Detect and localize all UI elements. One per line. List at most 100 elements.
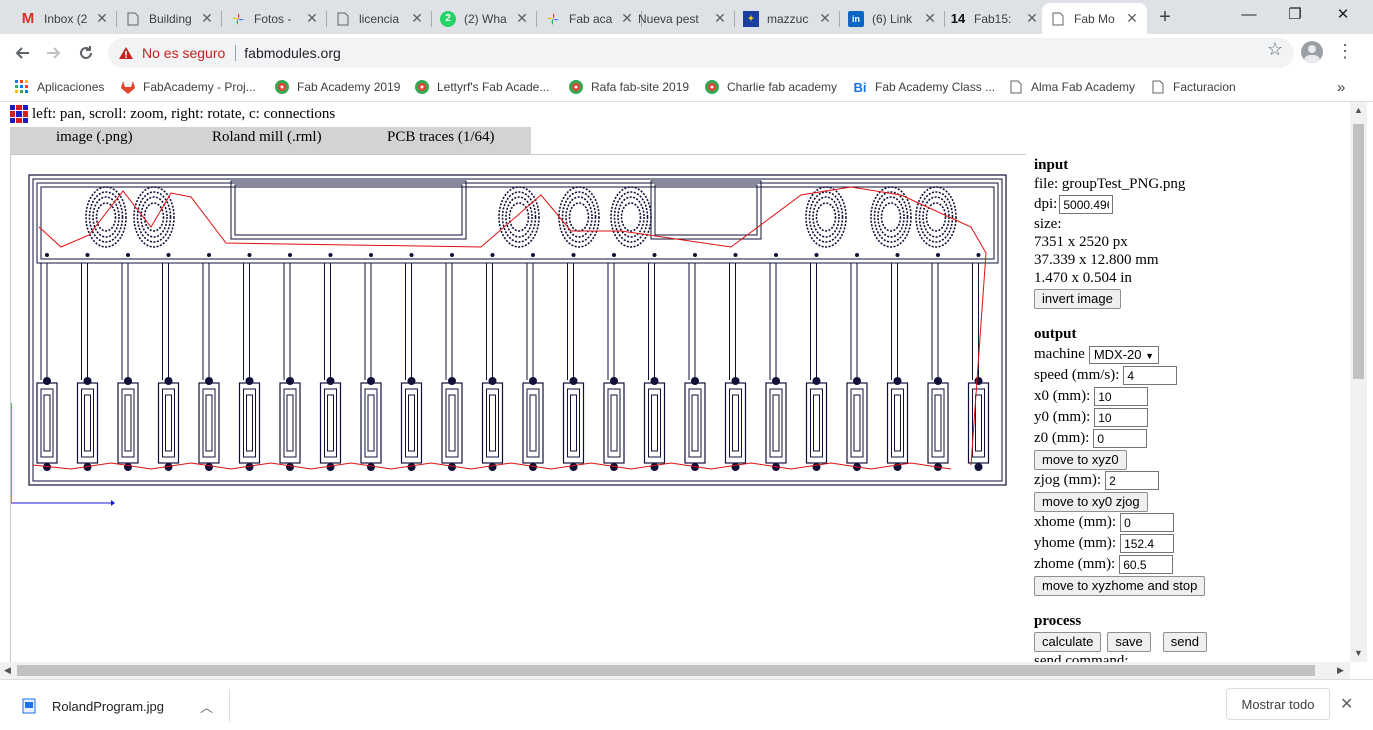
gitlab-icon <box>120 79 136 95</box>
toolpath-svg[interactable] <box>11 155 1027 662</box>
horizontal-scrollbar[interactable]: ◀ ▶ <box>0 662 1350 679</box>
fablab-icon <box>414 79 430 95</box>
close-icon[interactable]: ✕ <box>1125 10 1139 27</box>
toolpath-canvas[interactable] <box>10 154 1026 662</box>
input-heading: input <box>1034 157 1069 173</box>
tab-mazzuc[interactable]: ✦ mazzuc ✕ <box>735 3 840 34</box>
close-download-bar-icon[interactable]: ✕ <box>1340 694 1353 714</box>
tab-whatsapp[interactable]: 2 (2) Wha ✕ <box>432 3 537 34</box>
apps-grid-icon <box>14 79 30 95</box>
bookmark-alma[interactable]: Alma Fab Academy <box>1008 77 1135 97</box>
download-item[interactable]: RolandProgram.jpg ︿ <box>14 690 230 722</box>
tab-inbox[interactable]: M Inbox (2 ✕ <box>12 3 117 34</box>
move-to-xy0-zjog-button[interactable]: move to xy0 zjog <box>1034 491 1148 512</box>
close-icon[interactable]: ✕ <box>923 10 937 27</box>
chevron-up-icon[interactable]: ︿ <box>200 697 213 716</box>
fab15-icon: 14 <box>950 11 966 26</box>
xhome-input[interactable] <box>1120 513 1175 532</box>
forward-icon[interactable] <box>41 40 67 66</box>
fablab-icon <box>274 79 290 95</box>
close-window-icon[interactable]: ✕ <box>1320 4 1366 28</box>
bookmark-fabacademy-proj[interactable]: FabAcademy - Proj... <box>120 77 256 97</box>
y0-label: y0 (mm): <box>1034 409 1091 425</box>
tab-fab-modules[interactable]: Fab Mo ✕ <box>1042 3 1147 34</box>
close-icon[interactable]: ✕ <box>305 10 319 27</box>
machine-select[interactable]: MDX-20 ▼ <box>1088 345 1160 364</box>
zjog-label: zjog (mm): <box>1034 472 1102 488</box>
bookmark-rafa[interactable]: Rafa fab-site 2019 <box>568 77 689 97</box>
zhome-label: zhome (mm): <box>1034 556 1116 572</box>
reload-icon[interactable] <box>73 40 99 66</box>
send-command-label: send command: <box>1034 652 1129 663</box>
vertical-scrollbar[interactable]: ▲ ▼ <box>1350 102 1367 662</box>
bookmark-fab-academy-class[interactable]: Bi Fab Academy Class ... <box>852 77 996 97</box>
scroll-left-icon[interactable]: ◀ <box>4 665 11 676</box>
close-icon[interactable]: ✕ <box>713 10 727 27</box>
address-bar[interactable]: No es seguro fabmodules.org <box>108 38 1294 68</box>
tab-fotos[interactable]: Fotos - ✕ <box>222 3 327 34</box>
new-tab-button[interactable]: + <box>1153 6 1177 30</box>
bookmark-facturacion[interactable]: Facturacion <box>1150 77 1236 97</box>
zjog-input[interactable] <box>1105 471 1160 490</box>
zhome-input[interactable] <box>1119 555 1174 574</box>
bookmark-charlie[interactable]: Charlie fab academy <box>704 77 837 97</box>
tab-building[interactable]: Building ✕ <box>117 3 222 34</box>
scroll-down-icon[interactable]: ▼ <box>1354 648 1363 658</box>
menu-image-png[interactable]: image (.png) <box>56 129 133 146</box>
calculate-button[interactable]: calculate <box>1034 631 1102 652</box>
close-icon[interactable]: ✕ <box>1025 10 1039 27</box>
save-button[interactable]: save <box>1107 631 1151 652</box>
show-all-downloads-button[interactable]: Mostrar todo <box>1226 688 1330 720</box>
yhome-label: yhome (mm): <box>1034 535 1117 551</box>
pinwheel-icon <box>545 11 561 27</box>
scroll-right-icon[interactable]: ▶ <box>1337 665 1344 676</box>
bookmark-fab-academy-2019[interactable]: Fab Academy 2019 <box>274 77 400 97</box>
close-icon[interactable]: ✕ <box>200 10 214 27</box>
security-warning[interactable]: No es seguro <box>142 45 225 61</box>
x0-label: x0 (mm): <box>1034 388 1091 404</box>
back-icon[interactable] <box>9 40 35 66</box>
z0-input[interactable] <box>1093 429 1148 448</box>
bookmark-apps[interactable]: Aplicaciones <box>14 77 104 97</box>
yhome-input[interactable] <box>1120 534 1175 553</box>
document-icon <box>1050 11 1066 27</box>
minimize-icon[interactable]: — <box>1226 4 1272 28</box>
axes-indicator <box>11 403 115 506</box>
size-label: size: <box>1034 215 1062 232</box>
profile-avatar-icon[interactable] <box>1301 41 1323 63</box>
process-heading: process <box>1034 613 1082 629</box>
invert-image-button[interactable]: invert image <box>1034 289 1121 309</box>
menu-kebab-icon[interactable]: ⋮ <box>1336 42 1354 60</box>
vertical-scroll-thumb[interactable] <box>1353 124 1364 379</box>
move-to-xyz0-button[interactable]: move to xyz0 <box>1034 449 1127 470</box>
y0-input[interactable] <box>1094 408 1149 427</box>
dpi-input[interactable] <box>1059 195 1114 214</box>
tab-linkedin[interactable]: in (6) Link ✕ <box>840 3 945 34</box>
close-icon[interactable]: ✕ <box>818 10 832 27</box>
tab-fab15[interactable]: 14 Fab15: ✕ <box>942 3 1047 34</box>
tab-licencia[interactable]: licencia ✕ <box>327 3 432 34</box>
speed-input[interactable] <box>1123 366 1178 385</box>
horizontal-scroll-thumb[interactable] <box>17 665 1315 676</box>
menu-pcb-traces[interactable]: PCB traces (1/64) <box>387 129 494 146</box>
close-icon[interactable]: ✕ <box>95 10 109 27</box>
move-to-xyzhome-button[interactable]: move to xyzhome and stop <box>1034 575 1206 596</box>
settings-panel: input file: groupTest_PNG.png dpi: size:… <box>1034 156 1334 662</box>
close-icon[interactable]: ✕ <box>515 10 529 27</box>
scroll-up-icon[interactable]: ▲ <box>1354 105 1363 115</box>
output-heading: output <box>1034 326 1077 342</box>
send-button[interactable]: send <box>1162 631 1207 652</box>
tab-nueva-pestana[interactable]: Nueva pest ✕ <box>630 3 735 34</box>
pinwheel-icon <box>230 11 246 27</box>
close-icon[interactable]: ✕ <box>410 10 424 27</box>
tab-fab-academy[interactable]: Fab aca ✕ <box>537 3 642 34</box>
more-bookmarks-button[interactable]: » <box>1337 77 1345 97</box>
x0-input[interactable] <box>1094 387 1149 406</box>
maximize-icon[interactable]: ❐ <box>1272 4 1318 28</box>
instructions: left: pan, scroll: zoom, right: rotate, … <box>10 105 335 123</box>
bookmarks-bar: Aplicaciones FabAcademy - Proj... Fab Ac… <box>0 71 1373 102</box>
bookmark-star-icon[interactable]: ☆ <box>1267 39 1283 60</box>
bookmark-lettyrf[interactable]: Lettyrf's Fab Acade... <box>414 77 549 97</box>
menu-roland-mill[interactable]: Roland mill (.rml) <box>212 129 322 146</box>
url-text[interactable]: fabmodules.org <box>244 45 341 61</box>
